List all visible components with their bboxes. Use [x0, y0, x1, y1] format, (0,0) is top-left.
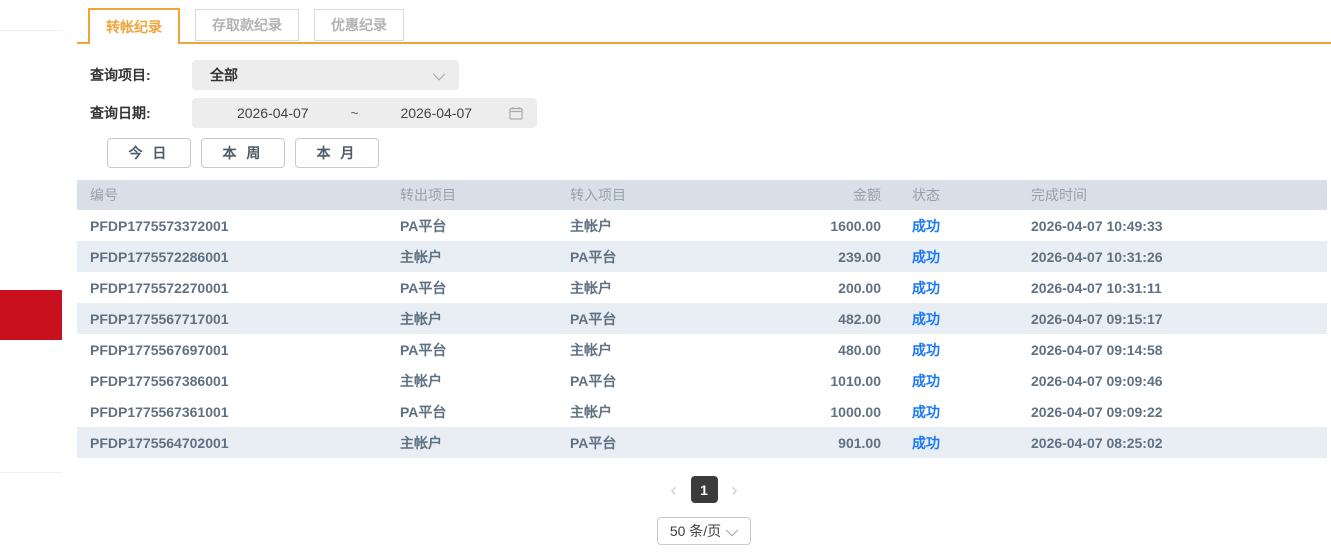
- cell-id: PFDP1775567717001: [77, 311, 400, 327]
- cell-amount: 200.00: [768, 280, 881, 296]
- cell-from: PA平台: [400, 402, 570, 422]
- cell-from: 主帐户: [400, 433, 570, 453]
- query-date-label: 查询日期:: [90, 103, 169, 123]
- tab-2[interactable]: 存取款纪录: [195, 9, 299, 41]
- cell-to: PA平台: [570, 309, 768, 329]
- chevron-right-icon[interactable]: ›: [732, 481, 738, 499]
- page-size-select[interactable]: 50 条/页: [657, 517, 751, 545]
- table-header: 编号转出项目转入项目金额状态完成时间: [77, 180, 1327, 210]
- quick-range-button-3[interactable]: 本 月: [295, 138, 379, 168]
- cell-time: 2026-04-07 09:14:58: [1000, 342, 1327, 358]
- table-row: PFDP1775567361001PA平台主帐户1000.00成功2026-04…: [77, 396, 1327, 427]
- cell-from: PA平台: [400, 278, 570, 298]
- cell-amount: 1000.00: [768, 404, 881, 420]
- cell-status: 成功: [881, 433, 1000, 453]
- column-header: 转入项目: [570, 185, 768, 205]
- table-row: PFDP1775567697001PA平台主帐户480.00成功2026-04-…: [77, 334, 1327, 365]
- cell-to: 主帐户: [570, 216, 768, 236]
- cell-from: 主帐户: [400, 247, 570, 267]
- cell-amount: 1010.00: [768, 373, 881, 389]
- chevron-down-icon: [726, 523, 739, 536]
- cell-status: 成功: [881, 309, 1000, 329]
- cell-amount: 239.00: [768, 249, 881, 265]
- query-item-row: 查询项目: 全部: [77, 60, 1331, 90]
- cell-status: 成功: [881, 216, 1000, 236]
- cell-status: 成功: [881, 247, 1000, 267]
- quick-range-button-2[interactable]: 本 周: [201, 138, 285, 168]
- date-range-input[interactable]: 2026-04-07 ~ 2026-04-07: [192, 98, 537, 128]
- cell-to: 主帐户: [570, 278, 768, 298]
- column-header: 转出项目: [400, 185, 570, 205]
- cell-to: 主帐户: [570, 340, 768, 360]
- cell-from: 主帐户: [400, 371, 570, 391]
- sidebar-divider-bottom: [0, 472, 62, 473]
- cell-amount: 1600.00: [768, 218, 881, 234]
- cell-amount: 901.00: [768, 435, 881, 451]
- cell-to: PA平台: [570, 247, 768, 267]
- cell-time: 2026-04-07 10:31:26: [1000, 249, 1327, 265]
- cell-id: PFDP1775572286001: [77, 249, 400, 265]
- cell-status: 成功: [881, 402, 1000, 422]
- cell-from: PA平台: [400, 216, 570, 236]
- column-header: 完成时间: [1000, 185, 1327, 205]
- query-item-select[interactable]: 全部: [192, 60, 459, 90]
- page-number-button[interactable]: 1: [691, 476, 718, 503]
- calendar-icon: [509, 106, 523, 120]
- records-panel: 转帐纪录存取款纪录优惠纪录 查询项目: 全部 查询日期: 2026-04-07 …: [77, 8, 1331, 545]
- sidebar-divider-top: [0, 30, 62, 31]
- cell-time: 2026-04-07 09:09:46: [1000, 373, 1327, 389]
- cell-time: 2026-04-07 09:15:17: [1000, 311, 1327, 327]
- table-row: PFDP1775567717001主帐户PA平台482.00成功2026-04-…: [77, 303, 1327, 334]
- quick-buttons: 今 日本 周本 月: [107, 138, 1331, 168]
- table-row: PFDP1775572270001PA平台主帐户200.00成功2026-04-…: [77, 272, 1327, 303]
- date-separator: ~: [340, 105, 370, 121]
- cell-status: 成功: [881, 340, 1000, 360]
- cell-time: 2026-04-07 10:31:11: [1000, 280, 1327, 296]
- cell-id: PFDP1775572270001: [77, 280, 400, 296]
- cell-from: PA平台: [400, 340, 570, 360]
- query-item-value: 全部: [210, 65, 436, 85]
- cell-from: 主帐户: [400, 309, 570, 329]
- table-row: PFDP1775567386001主帐户PA平台1010.00成功2026-04…: [77, 365, 1327, 396]
- cell-status: 成功: [881, 278, 1000, 298]
- cell-status: 成功: [881, 371, 1000, 391]
- query-date-row: 查询日期: 2026-04-07 ~ 2026-04-07: [77, 98, 1331, 128]
- tab-list: 转帐纪录存取款纪录优惠纪录: [77, 8, 1331, 44]
- quick-range-button-1[interactable]: 今 日: [107, 138, 191, 168]
- cell-amount: 482.00: [768, 311, 881, 327]
- cell-time: 2026-04-07 10:49:33: [1000, 218, 1327, 234]
- cell-id: PFDP1775564702001: [77, 435, 400, 451]
- table-body: PFDP1775573372001PA平台主帐户1600.00成功2026-04…: [77, 210, 1327, 458]
- page-size-value: 50 条/页: [670, 521, 721, 541]
- cell-id: PFDP1775567697001: [77, 342, 400, 358]
- query-item-label: 查询项目:: [90, 65, 169, 85]
- date-to-value: 2026-04-07: [370, 105, 504, 121]
- tab-1[interactable]: 转帐纪录: [88, 8, 180, 44]
- column-header: 编号: [77, 185, 400, 205]
- date-from-value: 2026-04-07: [206, 105, 340, 121]
- tab-3[interactable]: 优惠纪录: [314, 9, 404, 41]
- chevron-left-icon[interactable]: ‹: [671, 481, 677, 499]
- query-form: 查询项目: 全部 查询日期: 2026-04-07 ~ 2026-04-07: [77, 44, 1331, 168]
- table-row: PFDP1775564702001主帐户PA平台901.00成功2026-04-…: [77, 427, 1327, 458]
- cell-id: PFDP1775567361001: [77, 404, 400, 420]
- cell-time: 2026-04-07 09:09:22: [1000, 404, 1327, 420]
- table-row: PFDP1775572286001主帐户PA平台239.00成功2026-04-…: [77, 241, 1327, 272]
- sidebar-active-item[interactable]: [0, 290, 62, 340]
- column-header: 金额: [768, 185, 881, 205]
- cell-time: 2026-04-07 08:25:02: [1000, 435, 1327, 451]
- cell-id: PFDP1775573372001: [77, 218, 400, 234]
- cell-amount: 480.00: [768, 342, 881, 358]
- page-size-row: 50 条/页: [77, 517, 1331, 545]
- pagination: ‹ 1 ›: [77, 476, 1331, 503]
- records-table: 编号转出项目转入项目金额状态完成时间 PFDP1775573372001PA平台…: [77, 180, 1327, 458]
- cell-to: 主帐户: [570, 402, 768, 422]
- table-row: PFDP1775573372001PA平台主帐户1600.00成功2026-04…: [77, 210, 1327, 241]
- cell-to: PA平台: [570, 371, 768, 391]
- column-header: 状态: [881, 185, 1000, 205]
- cell-to: PA平台: [570, 433, 768, 453]
- cell-id: PFDP1775567386001: [77, 373, 400, 389]
